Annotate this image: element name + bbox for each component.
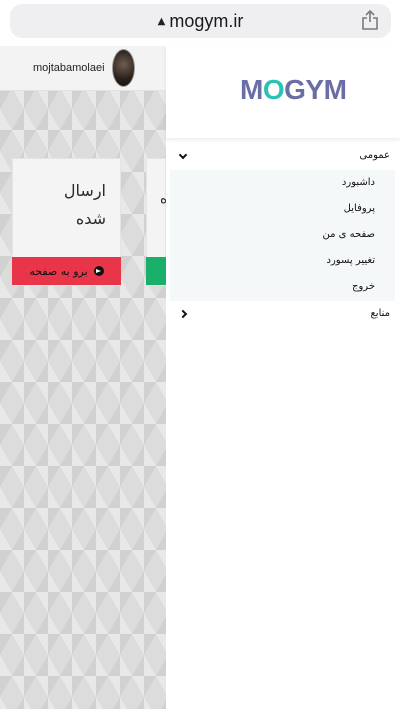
second-card-button[interactable] [146,257,166,285]
go-to-page-button[interactable]: برو به صفحه [12,257,121,285]
general-submenu: داشبورد پروفایل صفحه ی من تغییر پسورد خر… [170,170,395,301]
menu-item-dashboard[interactable]: داشبورد [342,177,375,188]
url-text: mogym.ir [169,10,244,31]
browser-bar: ▲ mogym.ir [0,0,400,46]
logo-area: MOGYM [166,46,400,138]
go-to-page-label: برو به صفحه [29,264,88,278]
menu-section-resources[interactable]: منابع [166,304,400,326]
card-title-line1: ارسال [63,181,106,200]
side-drawer: MOGYM عمومی داشبورد پروفایل صفحه ی من تغ… [166,46,400,709]
menu-item-my-page[interactable]: صفحه ی من [322,229,375,240]
menu-item-logout[interactable]: خروج [352,281,375,292]
avatar[interactable] [112,49,135,87]
arrow-circle-icon [93,266,104,276]
address-bar[interactable]: ▲ mogym.ir [10,4,391,38]
menu-section-general[interactable]: عمومی [166,146,400,168]
section-label-general: عمومی [359,150,390,161]
username[interactable]: mojtabamolaei [33,62,105,74]
top-header: mojtabamolaei [0,46,166,91]
menu-item-change-password[interactable]: تغییر پسورد [327,255,376,266]
card-title-line2: شده [75,209,106,228]
card-title: ارسال شده [26,177,106,233]
section-label-resources: منابع [370,308,390,319]
chevron-right-icon [178,309,188,319]
chevron-down-icon [178,150,188,160]
share-icon[interactable] [361,10,379,30]
main-content: mojtabamolaei ارسال شده برو به صفحه ه [0,46,166,709]
menu-item-profile[interactable]: پروفایل [344,203,375,214]
logo[interactable]: MOGYM [240,74,347,106]
warning-icon: ▲ [157,15,166,27]
